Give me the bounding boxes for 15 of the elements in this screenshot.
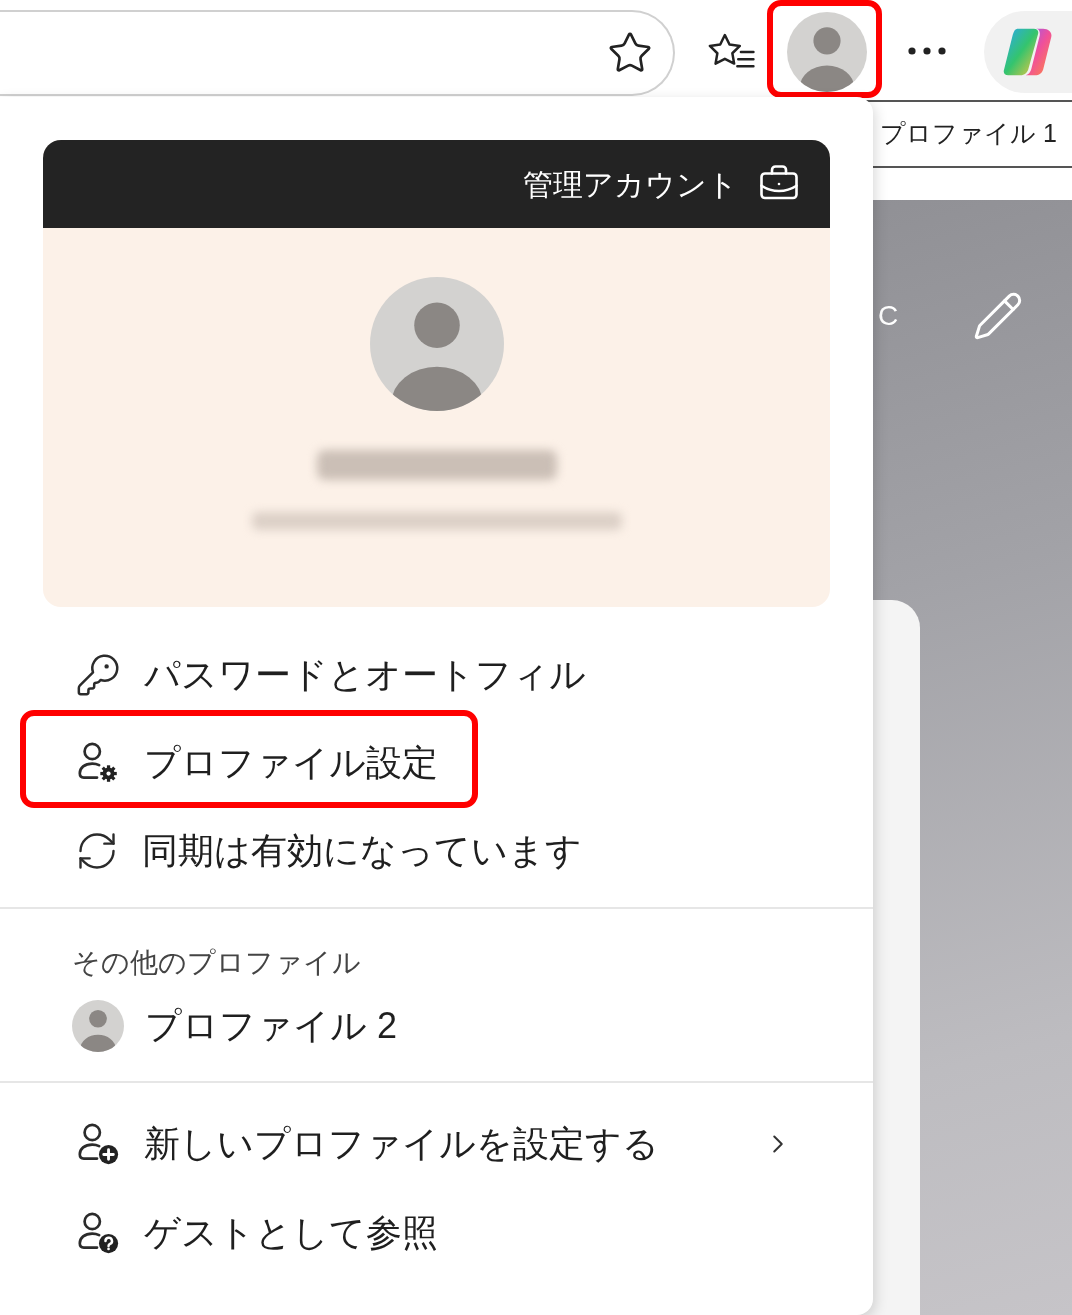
section-heading: その他のプロファイル	[72, 947, 361, 978]
menu-item[interactable]: ゲストとして参照	[75, 1209, 793, 1256]
more-icon[interactable]	[907, 46, 947, 56]
profile-item[interactable]: プロファイル 2	[72, 1000, 398, 1052]
menu-item[interactable]: プロファイル設定	[75, 740, 438, 786]
weather-text: C	[878, 302, 899, 330]
app-logo-tile[interactable]	[984, 11, 1072, 93]
menu-item[interactable]: 新しいプロファイルを設定する	[75, 1120, 793, 1167]
avatar-icon	[369, 277, 504, 411]
edit-icon[interactable]	[972, 290, 1024, 342]
menu-item[interactable]: 同期は有効になっています	[75, 829, 582, 873]
menu-item[interactable]: パスワードとオートフィル	[75, 652, 586, 698]
avatar-icon	[72, 1000, 124, 1052]
key-icon	[75, 652, 121, 698]
managed-account-label: 管理アカウント	[523, 166, 738, 203]
